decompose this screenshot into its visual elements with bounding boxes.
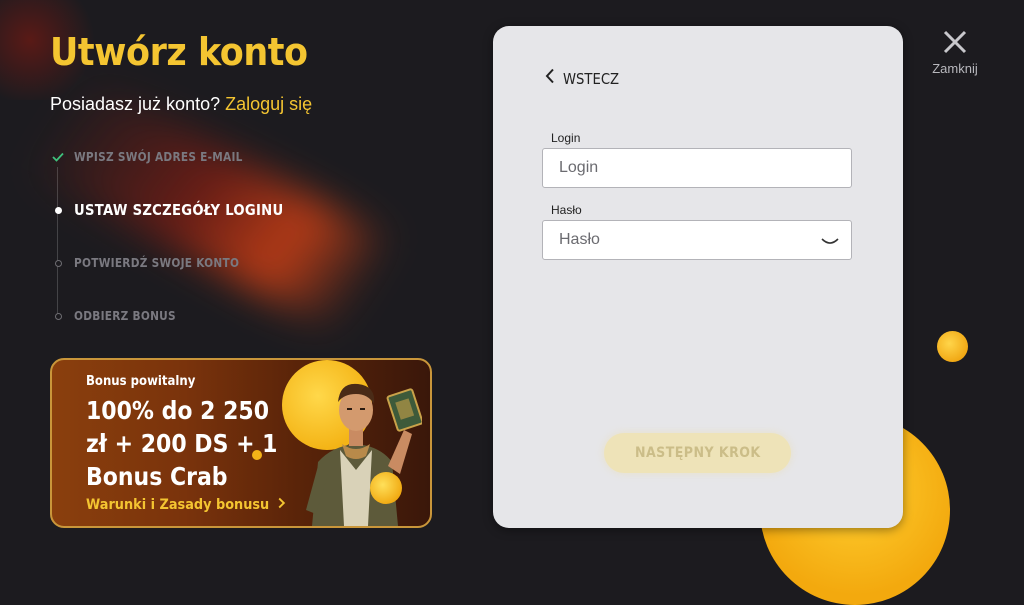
step-email: WPISZ SWÓJ ADRES E-MAIL (50, 145, 266, 169)
close-icon (943, 30, 967, 58)
step-pending-dot (54, 312, 62, 320)
close-label: Zamknij (932, 61, 978, 76)
bonus-offer-text: 100% do 2 250 zł + 200 DS + 1 Bonus Crab (86, 396, 278, 491)
password-input[interactable] (543, 221, 851, 259)
password-field-container (542, 220, 852, 260)
bonus-label: Bonus powitalny (86, 374, 196, 389)
login-input[interactable] (543, 149, 851, 187)
login-field-label: Login (551, 131, 581, 145)
step-active-dot (54, 206, 62, 214)
steps-connector-line (57, 167, 58, 317)
eye-closed-icon[interactable] (821, 234, 839, 252)
login-field-container (542, 148, 852, 188)
login-prompt: Posiadasz już konto? Zaloguj się (50, 94, 312, 115)
adventurer-illustration (306, 383, 422, 526)
coin-decoration (937, 331, 968, 362)
registration-form-card: WSTECZ Login Hasło NASTĘPNY KROK (493, 26, 903, 528)
back-button-label: WSTECZ (563, 69, 620, 88)
bonus-coin-decoration (370, 472, 402, 504)
step-claim-bonus: ODBIERZ BONUS (50, 304, 190, 328)
back-button[interactable]: WSTECZ (545, 68, 627, 89)
step-confirm-account-label: POTWIERDŹ SWOJE KONTO (74, 256, 240, 270)
chevron-left-icon (545, 68, 555, 89)
step-confirm-account: POTWIERDŹ SWOJE KONTO (50, 251, 262, 275)
chevron-right-icon (274, 497, 286, 513)
step-login-details-label: USTAW SZCZEGÓŁY LOGINU (74, 201, 284, 219)
next-step-button-label: NASTĘPNY KROK (634, 445, 761, 461)
welcome-bonus-banner: Bonus powitalny 100% do 2 250 zł + 200 D… (50, 358, 432, 528)
registration-steps: WPISZ SWÓJ ADRES E-MAIL USTAW SZCZEGÓŁY … (50, 145, 380, 335)
login-link[interactable]: Zaloguj się (225, 94, 312, 114)
step-pending-dot (54, 259, 62, 267)
login-prompt-text: Posiadasz już konto? (50, 94, 221, 114)
close-button[interactable]: Zamknij (926, 30, 984, 76)
next-step-button[interactable]: NASTĘPNY KROK (604, 433, 791, 473)
page-title: Utwórz konto (50, 30, 308, 74)
bonus-terms-link-text: Warunki i Zasady bonusu (86, 497, 270, 513)
step-claim-bonus-label: ODBIERZ BONUS (74, 309, 176, 323)
step-login-details: USTAW SZCZEGÓŁY LOGINU (50, 198, 312, 222)
bonus-terms-link[interactable]: Warunki i Zasady bonusu (86, 497, 286, 513)
step-email-label: WPISZ SWÓJ ADRES E-MAIL (74, 150, 243, 164)
password-field-label: Hasło (551, 203, 582, 217)
check-icon (50, 152, 66, 162)
